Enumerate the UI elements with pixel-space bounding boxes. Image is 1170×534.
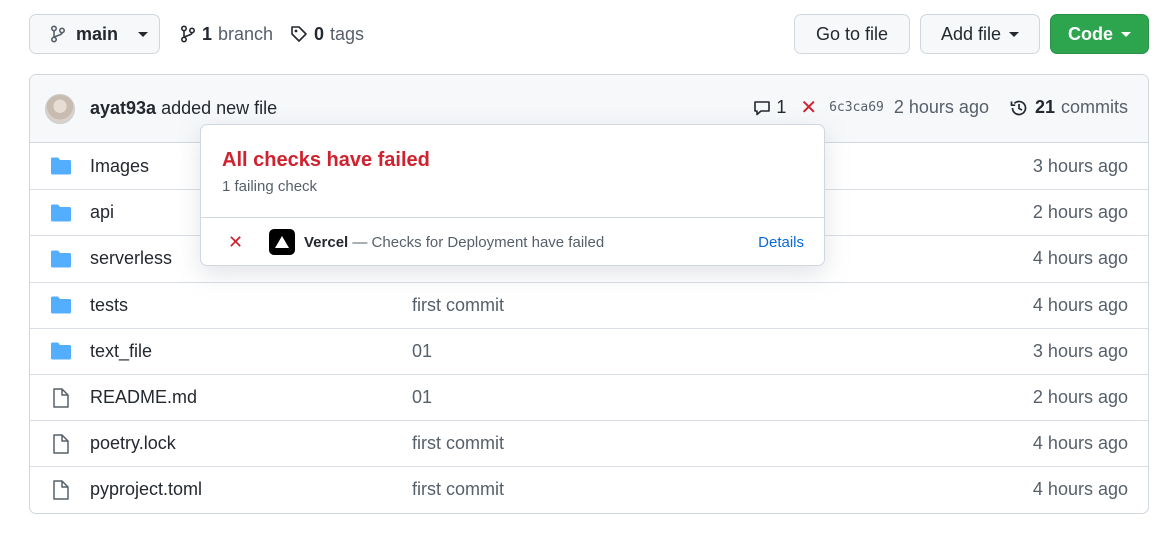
commits-link[interactable]: 21 commits: [1009, 97, 1128, 118]
folder-icon: [51, 157, 71, 175]
file-commit-message[interactable]: 01: [412, 387, 432, 408]
tags-link[interactable]: 0 tags: [290, 14, 364, 54]
git-branch-icon: [180, 25, 196, 43]
file-name[interactable]: serverless: [90, 248, 172, 269]
table-row[interactable]: text_file 01 3 hours ago: [30, 327, 1148, 374]
comment-count: 1: [776, 97, 787, 117]
file-age: 3 hours ago: [1032, 155, 1128, 176]
file-name[interactable]: poetry.lock: [90, 433, 176, 454]
file-name[interactable]: pyproject.toml: [90, 479, 202, 500]
file-name[interactable]: Images: [90, 156, 149, 177]
add-file-button[interactable]: Add file: [920, 14, 1040, 54]
folder-icon: [51, 250, 71, 268]
file-commit-message[interactable]: first commit: [412, 479, 504, 500]
branches-link[interactable]: 1 branch: [180, 14, 273, 54]
branch-label: branch: [218, 23, 274, 44]
file-age: 4 hours ago: [1032, 294, 1128, 315]
branch-count: 1: [202, 23, 213, 44]
commit-time: 2 hours ago: [893, 97, 989, 117]
checks-title: All checks have failed: [222, 149, 430, 171]
branch-name: main: [76, 23, 119, 44]
code-label: Code: [1068, 23, 1113, 44]
table-row[interactable]: pyproject.toml first commit 4 hours ago: [30, 466, 1148, 512]
tag-label: tags: [330, 23, 365, 44]
commits-count: 21: [1034, 97, 1055, 117]
go-to-file-button[interactable]: Go to file: [794, 14, 910, 54]
commit-author[interactable]: ayat93a: [90, 98, 156, 118]
file-commit-message[interactable]: 01: [412, 341, 432, 362]
commits-label: commits: [1061, 97, 1128, 117]
details-link[interactable]: Details: [758, 234, 804, 251]
check-text: Vercel — Checks for Deployment have fail…: [304, 234, 604, 251]
comments-link[interactable]: 1: [753, 97, 786, 118]
file-commit-message[interactable]: first commit: [412, 433, 504, 454]
comment-icon: [754, 100, 771, 115]
x-icon[interactable]: ✕: [800, 98, 817, 118]
tag-count: 0: [314, 23, 325, 44]
file-name[interactable]: text_file: [90, 341, 152, 362]
commit-message[interactable]: added new file: [161, 98, 277, 118]
vercel-logo: [269, 229, 295, 255]
table-row[interactable]: README.md 01 2 hours ago: [30, 373, 1148, 420]
file-age: 2 hours ago: [1032, 202, 1128, 223]
file-name[interactable]: README.md: [90, 387, 197, 408]
file-icon: [53, 480, 69, 500]
branch-select-button[interactable]: main: [29, 14, 160, 54]
file-age: 4 hours ago: [1032, 248, 1128, 269]
add-file-label: Add file: [940, 23, 1002, 44]
commit-sha[interactable]: 6c3ca69: [829, 100, 884, 115]
x-icon: ✕: [228, 232, 244, 252]
check-row: ✕ Vercel — Checks for Deployment have fa…: [201, 218, 824, 266]
file-name[interactable]: tests: [90, 295, 128, 316]
check-app-name: Vercel: [304, 233, 349, 251]
file-age: 4 hours ago: [1032, 433, 1128, 454]
file-icon: [53, 433, 69, 454]
chevron-down-icon: [138, 31, 149, 37]
file-age: 2 hours ago: [1032, 387, 1128, 408]
file-icon: [53, 387, 69, 408]
table-row[interactable]: poetry.lock first commit 4 hours ago: [30, 420, 1148, 466]
check-description: — Checks for Deployment have failed: [348, 233, 605, 251]
checks-popover: All checks have failed 1 failing check ✕…: [200, 124, 825, 266]
checks-subtitle: 1 failing check: [222, 178, 318, 195]
code-button[interactable]: Code: [1050, 14, 1149, 54]
repo-toolbar: main 1 branch 0 tags Go to file Add file…: [29, 14, 1149, 54]
history-icon: [1010, 100, 1027, 115]
file-age: 4 hours ago: [1032, 479, 1128, 500]
git-branch-icon: [50, 25, 66, 43]
commit-summary: ayat93a added new file: [90, 98, 277, 119]
folder-icon: [51, 204, 71, 222]
file-age: 3 hours ago: [1032, 340, 1128, 361]
chevron-down-icon: [1009, 31, 1020, 37]
folder-icon: [51, 296, 71, 314]
folder-icon: [51, 342, 71, 360]
avatar[interactable]: [45, 94, 75, 124]
file-commit-message[interactable]: first commit: [412, 295, 504, 316]
tag-icon: [291, 26, 307, 42]
table-row[interactable]: tests first commit 4 hours ago: [30, 281, 1148, 328]
chevron-down-icon: [1121, 31, 1131, 37]
commit-meta: 1 ✕ 6c3ca69 2 hours ago 21 commits: [753, 97, 1128, 118]
file-name[interactable]: api: [90, 202, 114, 223]
